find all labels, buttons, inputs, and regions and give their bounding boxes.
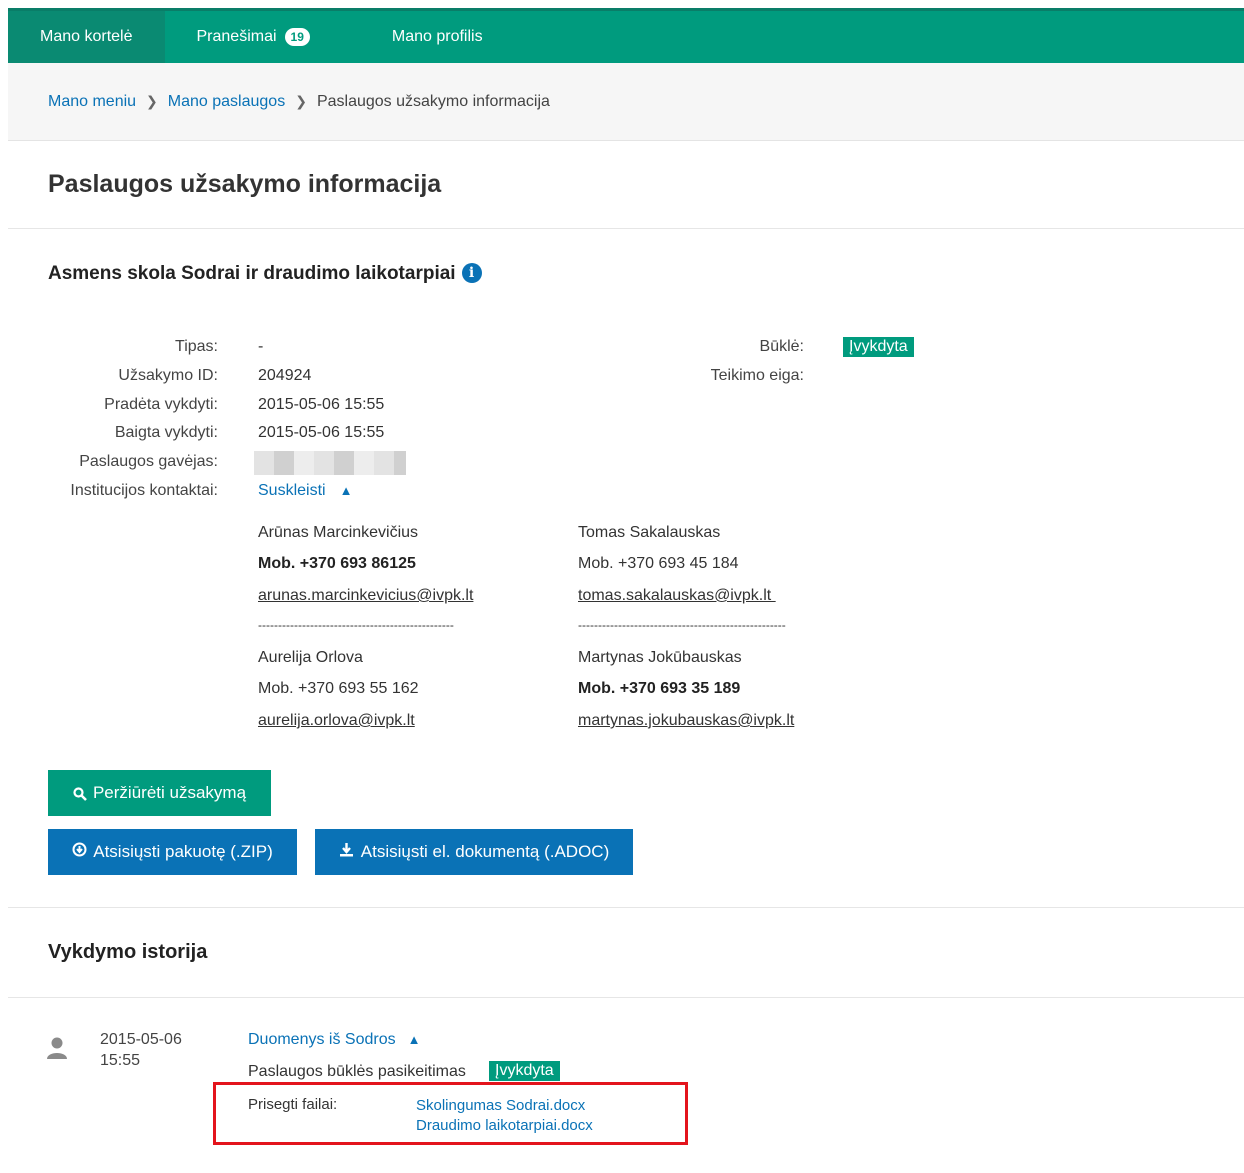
page: Mano kortelė Pranešimai 19 Mano profilis … bbox=[8, 8, 1244, 1173]
attached-file-link[interactable]: Draudimo laikotarpiai.docx bbox=[416, 1117, 593, 1134]
history-status-badge: Įvykdyta bbox=[489, 1061, 560, 1081]
download-zip-button[interactable]: Atsisiųsti pakuotę (.ZIP) bbox=[48, 829, 297, 875]
status-label: Būklė: bbox=[759, 338, 804, 355]
service-title: Asmens skola Sodrai ir draudimo laikotar… bbox=[48, 263, 482, 285]
contact-email[interactable]: martynas.jokubauskas@ivpk.lt bbox=[578, 712, 794, 730]
chevron-up-icon: ▲ bbox=[339, 483, 353, 498]
contact-email[interactable]: tomas.sakalauskas@ivpk.lt bbox=[578, 587, 776, 605]
history-change-text: Paslaugos būklės pasikeitimas bbox=[248, 1063, 466, 1080]
history-title: Vykdymo istorija bbox=[48, 941, 208, 963]
recipient-label: Paslaugos gavėjas: bbox=[79, 453, 218, 470]
contacts-toggle[interactable]: Suskleisti ▲ bbox=[258, 482, 352, 500]
contact-email[interactable]: aurelija.orlova@ivpk.lt bbox=[258, 712, 415, 730]
top-nav: Mano kortelė Pranešimai 19 Mano profilis bbox=[8, 8, 1244, 63]
history-time: 15:55 bbox=[100, 1052, 141, 1069]
breadcrumb-my-services[interactable]: Mano paslaugos bbox=[168, 93, 285, 111]
chevron-up-icon: ▲ bbox=[407, 1032, 421, 1047]
search-icon bbox=[73, 786, 87, 801]
contact-name: Tomas Sakalauskas bbox=[578, 524, 721, 541]
status-badge: Įvykdyta bbox=[843, 337, 914, 357]
attached-files-label: Prisegti failai: bbox=[248, 1096, 338, 1113]
history-date: 2015-05-06 bbox=[100, 1031, 182, 1048]
finished-label: Baigta vykdyti: bbox=[114, 424, 218, 441]
info-icon[interactable]: i bbox=[461, 263, 482, 283]
contact-name: Aurelija Orlova bbox=[258, 649, 363, 666]
messages-count-badge: 19 bbox=[284, 28, 310, 46]
download-circle-icon bbox=[72, 842, 87, 862]
recipient-redacted-value bbox=[254, 451, 406, 475]
contact-phone: Mob. +370 693 45 184 bbox=[578, 555, 739, 572]
breadcrumb-current: Paslaugos užsakymo informacija bbox=[316, 92, 550, 110]
contacts-label: Institucijos kontaktai: bbox=[70, 482, 218, 499]
chevron-right-icon: ❯ bbox=[295, 93, 307, 109]
breadcrumb: Mano meniu ❯ Mano paslaugos ❯ Paslaugos … bbox=[8, 63, 1244, 141]
progress-label: Teikimo eiga: bbox=[710, 367, 804, 384]
type-value: - bbox=[258, 338, 264, 355]
contact-email[interactable]: arunas.marcinkevicius@ivpk.lt bbox=[258, 587, 473, 605]
contact-phone: Mob. +370 693 55 162 bbox=[258, 680, 419, 697]
contact-name: Martynas Jokūbauskas bbox=[578, 649, 742, 666]
contact-phone: Mob. +370 693 86125 bbox=[258, 555, 416, 572]
order-id-label: Užsakymo ID: bbox=[118, 367, 218, 384]
nav-my-profile[interactable]: Mano profilis bbox=[342, 11, 515, 63]
download-adoc-button[interactable]: Atsisiųsti el. dokumentą (.ADOC) bbox=[315, 829, 633, 875]
chevron-right-icon: ❯ bbox=[146, 93, 158, 109]
contact-separator: ----------------------------------------… bbox=[578, 618, 786, 632]
contact-separator: ----------------------------------------… bbox=[258, 618, 454, 632]
attached-file-link[interactable]: Skolingumas Sodrai.docx bbox=[416, 1097, 585, 1114]
nav-messages[interactable]: Pranešimai 19 bbox=[165, 11, 342, 63]
history-source-toggle[interactable]: Duomenys iš Sodros ▲ bbox=[248, 1031, 421, 1049]
user-icon bbox=[46, 1036, 68, 1065]
order-id-value: 204924 bbox=[258, 367, 312, 384]
page-title-block: Paslaugos užsakymo informacija bbox=[8, 141, 1244, 229]
contact-name: Arūnas Marcinkevičius bbox=[258, 524, 419, 541]
section-divider bbox=[8, 997, 1244, 998]
page-title: Paslaugos užsakymo informacija bbox=[48, 170, 442, 198]
breadcrumb-my-menu[interactable]: Mano meniu bbox=[48, 93, 136, 111]
download-icon bbox=[339, 842, 354, 862]
contact-phone: Mob. +370 693 35 189 bbox=[578, 680, 741, 697]
nav-my-card[interactable]: Mano kortelė bbox=[8, 11, 165, 63]
started-value: 2015-05-06 15:55 bbox=[258, 396, 385, 413]
started-label: Pradėta vykdyti: bbox=[104, 396, 218, 413]
section-divider bbox=[8, 907, 1244, 908]
view-order-button[interactable]: Peržiūrėti užsakymą bbox=[48, 770, 271, 816]
type-label: Tipas: bbox=[175, 338, 218, 355]
finished-value: 2015-05-06 15:55 bbox=[258, 424, 385, 441]
